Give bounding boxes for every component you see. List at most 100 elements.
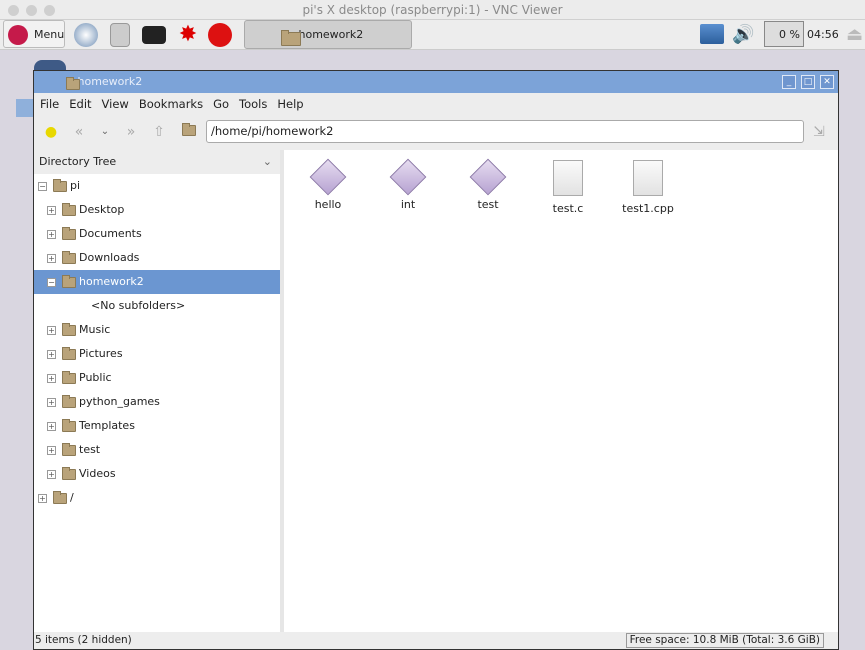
tree-item[interactable]: + test xyxy=(34,438,280,462)
desktop-icon-label[interactable] xyxy=(16,99,34,117)
go-icon[interactable]: ⇲ xyxy=(810,123,828,141)
text-file-icon xyxy=(633,160,663,196)
raspberry-icon xyxy=(8,25,28,45)
history-dropdown-icon[interactable]: ⌄ xyxy=(96,123,114,141)
volume-icon[interactable]: 🔊 xyxy=(732,24,754,45)
tree-item[interactable]: <No subfolders> xyxy=(34,294,280,318)
window-title: homework2 xyxy=(77,75,143,88)
tree-item[interactable]: + python_games xyxy=(34,390,280,414)
expander-icon[interactable]: + xyxy=(47,446,56,455)
network-icon[interactable] xyxy=(700,24,724,44)
up-icon[interactable]: ⇧ xyxy=(150,123,168,141)
tree-item-label: pi xyxy=(70,179,81,192)
tree-item[interactable]: + Pictures xyxy=(34,342,280,366)
tree-item[interactable]: − homework2 xyxy=(34,270,280,294)
menu-bookmarks[interactable]: Bookmarks xyxy=(139,97,203,111)
file-item[interactable]: hello xyxy=(288,158,368,211)
menu-view[interactable]: View xyxy=(102,97,129,111)
expander-icon[interactable]: − xyxy=(47,278,56,287)
folder-icon xyxy=(62,323,76,336)
cpu-usage: 0 % xyxy=(779,28,800,41)
expander-icon[interactable]: + xyxy=(47,254,56,263)
tree-item[interactable]: + Desktop xyxy=(34,198,280,222)
file-name: test.c xyxy=(552,202,584,215)
executable-icon xyxy=(469,158,507,196)
expander-icon[interactable]: + xyxy=(47,470,56,479)
back-icon[interactable]: « xyxy=(70,123,88,141)
tree-item[interactable]: + Documents xyxy=(34,222,280,246)
free-space: Free space: 10.8 MiB (Total: 3.6 GiB) xyxy=(625,633,824,648)
terminal-icon[interactable] xyxy=(142,26,166,44)
expander-icon[interactable]: + xyxy=(47,326,56,335)
tree-item-label: test xyxy=(79,443,101,456)
file-item[interactable]: test1.cpp xyxy=(608,158,688,215)
minimize-window-button[interactable] xyxy=(26,5,37,16)
menu-bar: File Edit View Bookmarks Go Tools Help xyxy=(34,93,314,115)
expander-icon[interactable]: + xyxy=(47,230,56,239)
menu-tools[interactable]: Tools xyxy=(239,97,267,111)
tree-item[interactable]: + / xyxy=(34,486,280,510)
forward-icon[interactable]: » xyxy=(122,123,140,141)
tree-item-label: Pictures xyxy=(79,347,123,360)
tree-item-label: Videos xyxy=(79,467,116,480)
expander-icon[interactable]: + xyxy=(47,374,56,383)
executable-icon xyxy=(309,158,347,196)
tree-item[interactable]: + Templates xyxy=(34,414,280,438)
expander-icon[interactable]: + xyxy=(47,422,56,431)
zoom-window-button[interactable] xyxy=(44,5,55,16)
menu-edit[interactable]: Edit xyxy=(69,97,91,111)
chevron-down-icon[interactable]: ⌄ xyxy=(263,150,272,174)
file-name: hello xyxy=(314,198,342,211)
vnc-titlebar: pi's X desktop (raspberrypi:1) - VNC Vie… xyxy=(0,0,865,20)
tree-item[interactable]: + Downloads xyxy=(34,246,280,270)
taskbar-task-homework2[interactable]: homework2 xyxy=(244,20,412,49)
menu-button[interactable]: Menu xyxy=(3,20,65,48)
menu-go[interactable]: Go xyxy=(213,97,229,111)
folder-icon xyxy=(53,491,67,504)
menu-file[interactable]: File xyxy=(40,97,59,111)
tree-item[interactable]: − pi xyxy=(34,174,280,198)
folder-icon xyxy=(62,203,76,216)
tree-item[interactable]: + Public xyxy=(34,366,280,390)
item-count: 5 items (2 hidden) xyxy=(35,634,132,646)
folder-icon xyxy=(62,395,76,408)
tree-item[interactable]: + Music xyxy=(34,318,280,342)
tree-item-label: homework2 xyxy=(79,275,144,288)
tree-item[interactable]: + Videos xyxy=(34,462,280,486)
expander-icon[interactable]: + xyxy=(47,398,56,407)
web-browser-icon[interactable] xyxy=(74,23,98,47)
expander-icon[interactable]: + xyxy=(38,494,47,503)
expander-icon[interactable]: + xyxy=(47,350,56,359)
maximize-button[interactable]: □ xyxy=(801,75,815,89)
file-item[interactable]: test.c xyxy=(528,158,608,215)
path-input[interactable]: /home/pi/homework2 xyxy=(206,120,804,143)
sidebar-header[interactable]: Directory Tree ⌄ xyxy=(34,150,280,174)
new-tab-icon[interactable]: ● xyxy=(42,123,60,141)
close-window-button[interactable] xyxy=(8,5,19,16)
home-folder-icon xyxy=(182,123,196,136)
window-titlebar[interactable]: homework2 _ □ ✕ xyxy=(34,71,838,93)
folder-icon xyxy=(66,77,80,90)
file-item[interactable]: int xyxy=(368,158,448,211)
mathematica-icon[interactable]: ✸ xyxy=(176,23,200,47)
file-view: hello int test test.c test1.cpp xyxy=(284,150,838,632)
executable-icon xyxy=(389,158,427,196)
folder-icon xyxy=(62,371,76,384)
file-item[interactable]: test xyxy=(448,158,528,211)
minimize-button[interactable]: _ xyxy=(782,75,796,89)
menu-help[interactable]: Help xyxy=(277,97,303,111)
tree-item-label: Downloads xyxy=(79,251,140,264)
eject-icon[interactable]: ⏏ xyxy=(846,24,863,45)
file-manager-icon[interactable] xyxy=(110,23,130,47)
tree-item-label: Documents xyxy=(79,227,142,240)
expander-icon[interactable]: + xyxy=(47,206,56,215)
status-bar: 5 items (2 hidden) Free space: 10.8 MiB … xyxy=(34,632,838,649)
menu-label: Menu xyxy=(34,28,65,41)
clock: 04:56 xyxy=(807,28,839,41)
file-manager-window: homework2 _ □ ✕ File Edit View Bookmarks Go T… xyxy=(33,70,839,650)
close-button[interactable]: ✕ xyxy=(820,75,834,89)
expander-icon[interactable]: − xyxy=(38,182,47,191)
wolfram-icon[interactable] xyxy=(208,23,232,47)
home-icon[interactable] xyxy=(180,123,198,141)
taskbar: Menu ✸ homework2 🔊 0 % 04:56 ⏏ xyxy=(0,20,865,50)
